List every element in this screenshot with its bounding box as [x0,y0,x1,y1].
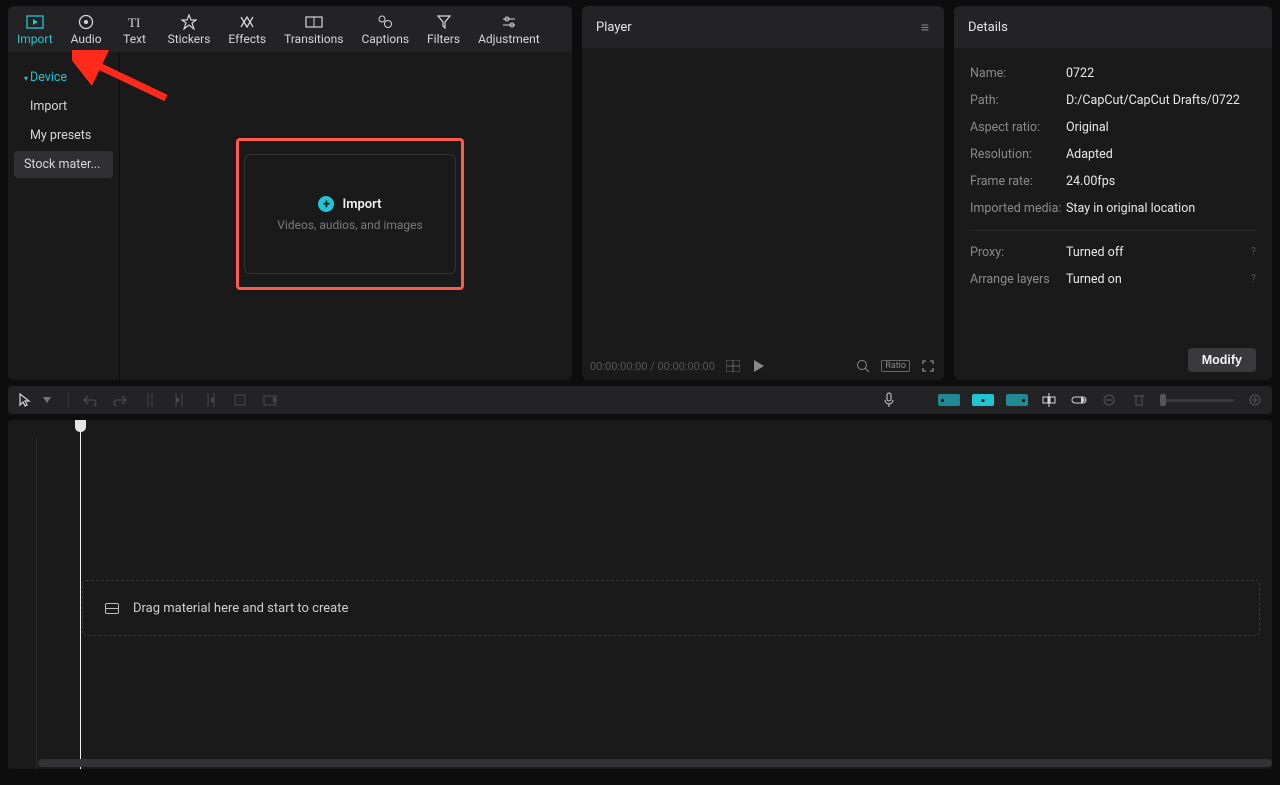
playhead[interactable] [80,420,81,769]
clip-icon [105,603,119,614]
detail-row-layers: Arrange layers Turned on ? [970,266,1256,293]
zoom-in-icon[interactable] [1246,391,1264,409]
scrollbar-thumb[interactable] [38,759,1272,767]
media-panel: Import Audio TI Text Stickers [8,6,572,380]
tab-adjustment[interactable]: Adjustment [469,6,549,52]
tab-text[interactable]: TI Text [111,6,159,52]
zoom-slider[interactable] [1160,399,1234,402]
delete-icon[interactable] [1130,391,1148,409]
redo-icon[interactable] [111,391,129,409]
player-title: Player [596,20,632,35]
adjustment-icon [501,14,517,30]
timeline-area[interactable]: Drag material here and start to create [8,420,1272,769]
detail-row-proxy: Proxy: Turned off ? [970,239,1256,266]
sidebar-import[interactable]: Import [14,93,113,120]
zoom-reset-icon[interactable] [855,358,871,374]
link-icon[interactable] [1070,391,1088,409]
player-canvas[interactable] [582,48,944,352]
details-panel: Details Name: 0722 Path: D:/CapCut/CapCu… [954,6,1272,380]
detail-row-imported: Imported media: Stay in original locatio… [970,195,1256,222]
details-header: Details [954,6,1272,48]
trim-left-icon[interactable] [171,391,189,409]
details-title: Details [968,20,1008,35]
zoom-out-icon[interactable] [1100,391,1118,409]
stickers-icon [181,14,197,30]
mic-icon[interactable] [880,391,898,409]
filters-icon [437,14,451,30]
playhead-handle[interactable] [75,420,86,432]
media-content: + Import Videos, audios, and images [120,52,572,380]
tab-transitions[interactable]: Transitions [275,6,352,52]
help-icon[interactable]: ? [1251,245,1256,260]
sidebar-mypresets[interactable]: My presets [14,122,113,149]
transitions-icon [305,14,323,30]
align-right-icon[interactable] [1006,394,1028,406]
tab-captions[interactable]: Captions [352,6,418,52]
crop-icon[interactable] [231,391,249,409]
tab-stickers[interactable]: Stickers [159,6,220,52]
drop-hint: Drag material here and start to create [133,601,348,616]
tab-import[interactable]: Import [8,6,62,52]
tab-filters[interactable]: Filters [418,6,469,52]
help-icon[interactable]: ? [1251,272,1256,287]
detail-row-framerate: Frame rate: 24.00fps [970,168,1256,195]
effects-icon [239,14,255,30]
import-icon [26,14,44,30]
import-dropzone[interactable]: + Import Videos, audios, and images [244,154,456,274]
player-menu-icon[interactable]: ≡ [921,19,930,36]
detail-row-resolution: Resolution: Adapted [970,141,1256,168]
player-time: 00:00:00:00 / 00:00:00:00 [590,360,715,373]
detail-row-name: Name: 0722 [970,60,1256,87]
caret-down-icon: ▾ [24,74,28,83]
ratio-button[interactable]: Ratio [881,360,910,372]
top-tabs: Import Audio TI Text Stickers [8,6,572,52]
modify-button[interactable]: Modify [1188,348,1256,372]
cursor-dropdown-icon[interactable] [38,391,56,409]
plus-icon: + [318,196,334,212]
timeline-scrollbar[interactable] [38,759,1272,767]
zoom-thumb[interactable] [1160,394,1166,406]
sidebar-stock-materials[interactable]: Stock mater... [14,151,113,178]
fullscreen-icon[interactable] [920,358,936,374]
align-left-icon[interactable] [938,394,960,406]
text-icon: TI [127,14,143,30]
sidebar-device[interactable]: ▾Device [14,64,113,91]
timeline-toolbar [8,386,1272,414]
magnet-icon[interactable] [1040,391,1058,409]
import-title: Import [342,197,381,212]
player-panel: Player ≡ 00:00:00:00 / 00:00:00:00 Ratio [582,6,944,380]
player-header: Player ≡ [582,6,944,48]
snapshot-icon[interactable] [261,391,279,409]
align-center-icon[interactable] [972,394,994,406]
audio-icon [78,14,94,30]
split-icon[interactable] [141,391,159,409]
tab-effects[interactable]: Effects [219,6,275,52]
tab-audio[interactable]: Audio [62,6,111,52]
undo-icon[interactable] [81,391,99,409]
media-sidebar: ▾Device Import My presets Stock mater... [8,52,120,380]
detail-row-path: Path: D:/CapCut/CapCut Drafts/0722 [970,87,1256,114]
timeline-dropzone[interactable]: Drag material here and start to create [82,580,1260,636]
play-icon[interactable] [751,358,767,374]
time-ruler[interactable] [8,420,1272,438]
import-subtitle: Videos, audios, and images [277,218,422,232]
detail-row-aspect: Aspect ratio: Original [970,114,1256,141]
cursor-tool-icon[interactable] [16,391,34,409]
captions-icon [377,14,393,30]
frame-grid-icon[interactable] [725,358,741,374]
svg-text:TI: TI [128,15,140,29]
player-controls: 00:00:00:00 / 00:00:00:00 Ratio [582,352,944,380]
trim-right-icon[interactable] [201,391,219,409]
